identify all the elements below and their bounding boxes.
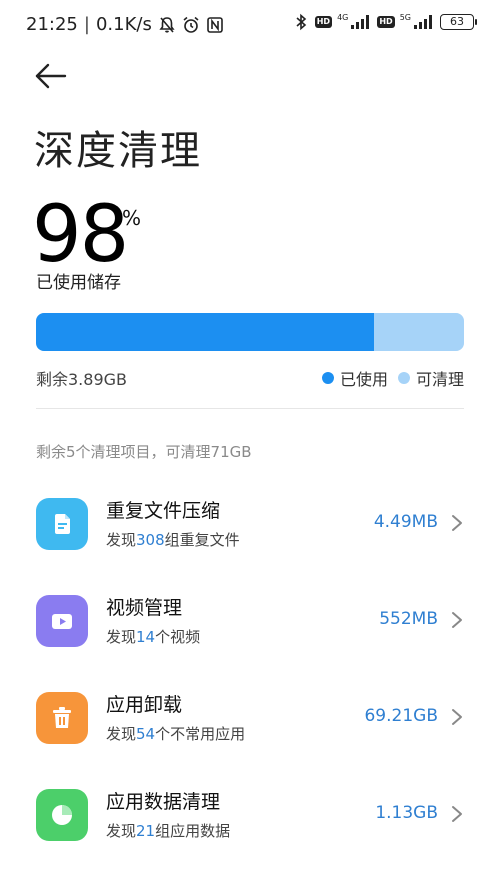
percent-sign: %	[122, 206, 142, 230]
legend-cleanable-dot	[397, 372, 410, 384]
status-right: HD 4G HD 5G 63	[292, 13, 477, 31]
item-subtitle: 发现21组应用数据	[106, 822, 231, 840]
item-title: 视频管理	[106, 597, 183, 619]
alarm-icon	[183, 16, 199, 33]
chevron-right-icon	[452, 612, 462, 628]
legend-used-dot	[321, 372, 334, 384]
item-size: 4.49MB	[373, 512, 438, 532]
item-count: 308	[136, 531, 165, 549]
item-title: 应用卸载	[106, 694, 183, 716]
signal-icon	[414, 15, 432, 29]
usage-label: 已使用储存	[36, 273, 121, 293]
arrow-left-icon[interactable]	[34, 60, 70, 92]
item-subtitle: 发现54个不常用应用	[106, 725, 246, 743]
item-count: 21	[136, 822, 156, 840]
cleanup-list: 重复文件压缩 发现308组重复文件 4.49MB 视频管理 发现14个视频 55…	[0, 476, 500, 864]
file-duplicate-icon	[36, 498, 88, 550]
usage-percent: 98	[32, 190, 129, 280]
chevron-right-icon	[452, 709, 462, 725]
storage-bar-cleanable	[374, 313, 464, 351]
item-title: 应用数据清理	[106, 791, 221, 813]
status-left: 21:25 | 0.1K/s	[26, 14, 224, 35]
item-count: 54	[136, 725, 156, 743]
divider	[36, 408, 464, 409]
item-size: 552MB	[379, 609, 438, 629]
chevron-right-icon	[452, 515, 462, 531]
item-title: 重复文件压缩	[106, 500, 221, 522]
legend-cleanable: 可清理	[397, 366, 464, 390]
item-subtitle: 发现14个视频	[106, 628, 201, 646]
list-item-video[interactable]: 视频管理 发现14个视频 552MB	[0, 573, 500, 670]
status-separator: |	[83, 14, 90, 35]
status-bar: 21:25 | 0.1K/s HD 4G HD 5G 63	[0, 0, 500, 50]
item-subtitle: 发现308组重复文件	[106, 531, 240, 549]
legend-cleanable-label: 可清理	[415, 370, 464, 389]
storage-bar	[36, 313, 464, 351]
battery-indicator: 63	[440, 14, 477, 30]
chevron-right-icon	[452, 806, 462, 822]
pie-chart-icon	[36, 789, 88, 841]
mute-bell-icon	[159, 16, 175, 33]
list-item-app-uninstall[interactable]: 应用卸载 发现54个不常用应用 69.21GB	[0, 670, 500, 767]
status-time: 21:25	[26, 14, 78, 35]
network-type: 4G	[337, 13, 349, 22]
item-size: 69.21GB	[364, 706, 438, 726]
nfc-icon	[207, 16, 223, 33]
network-type: 5G	[399, 13, 411, 22]
page-title: 深度清理	[34, 128, 202, 174]
storage-legend: 已使用 可清理	[321, 366, 464, 390]
remaining-storage: 剩余3.89GB	[36, 370, 128, 389]
hd-badge: HD	[314, 16, 333, 28]
list-item-app-data[interactable]: 应用数据清理 发现21组应用数据 1.13GB	[0, 767, 500, 864]
hd-badge: HD	[377, 16, 395, 28]
trash-icon	[36, 692, 88, 744]
item-size: 1.13GB	[375, 803, 438, 823]
list-item-duplicate-files[interactable]: 重复文件压缩 发现308组重复文件 4.49MB	[0, 476, 500, 573]
cleanup-summary: 剩余5个清理项目，可清理71GB	[36, 443, 252, 461]
storage-bar-used	[36, 313, 375, 351]
signal-icon	[351, 15, 370, 29]
legend-used-label: 已使用	[339, 370, 388, 389]
bluetooth-icon	[296, 13, 306, 31]
status-speed: 0.1K/s	[95, 14, 152, 35]
item-count: 14	[136, 628, 156, 646]
legend-used: 已使用	[321, 366, 388, 390]
video-icon	[36, 595, 88, 647]
